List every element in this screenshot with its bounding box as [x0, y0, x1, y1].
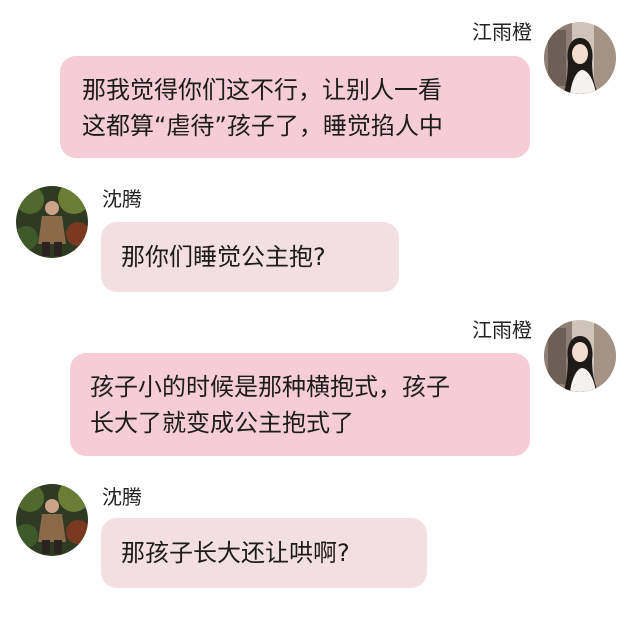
chat-message-left: 沈腾 那孩子长大还让哄啊? [0, 482, 640, 597]
sender-name: 江雨橙 [472, 20, 532, 44]
sender-name: 沈腾 [102, 187, 142, 211]
message-bubble[interactable]: 那孩子长大还让哄啊? [101, 518, 427, 588]
sender-name: 江雨橙 [472, 318, 532, 342]
message-bubble[interactable]: 那你们睡觉公主抱? [101, 222, 399, 292]
message-text: 那你们睡觉公主抱? [121, 243, 326, 271]
message-text: 那我觉得你们这不行，让别人一看 [82, 76, 442, 104]
message-bubble[interactable]: 孩子小的时候是那种横抱式，孩子 长大了就变成公主抱式了 [70, 353, 530, 456]
chat-message-left: 沈腾 那你们睡觉公主抱? [0, 184, 640, 299]
chat-message-right: 江雨橙 孩子小的时候是那种横抱式，孩子 长大了就变成公主抱式了 [0, 316, 640, 461]
sender-name: 沈腾 [102, 485, 142, 509]
message-text: 这都算“虐待”孩子了，睡觉掐人中 [82, 112, 443, 140]
message-bubble[interactable]: 那我觉得你们这不行，让别人一看 这都算“虐待”孩子了，睡觉掐人中 [60, 56, 530, 158]
avatar[interactable] [544, 22, 616, 94]
avatar-female-photo-icon [544, 320, 616, 392]
message-text: 孩子小的时候是那种横抱式，孩子 [90, 373, 450, 401]
avatar-male-photo-icon [16, 186, 88, 258]
avatar-female-photo-icon [544, 22, 616, 94]
avatar[interactable] [16, 484, 88, 556]
message-text: 那孩子长大还让哄啊? [121, 539, 350, 567]
avatar[interactable] [16, 186, 88, 258]
avatar-male-photo-icon [16, 484, 88, 556]
avatar[interactable] [544, 320, 616, 392]
chat-message-right: 江雨橙 那我觉得你们这不行，让别人一看 这都算“虐待”孩子了，睡觉掐人中 [0, 18, 640, 163]
message-text: 长大了就变成公主抱式了 [90, 409, 354, 437]
